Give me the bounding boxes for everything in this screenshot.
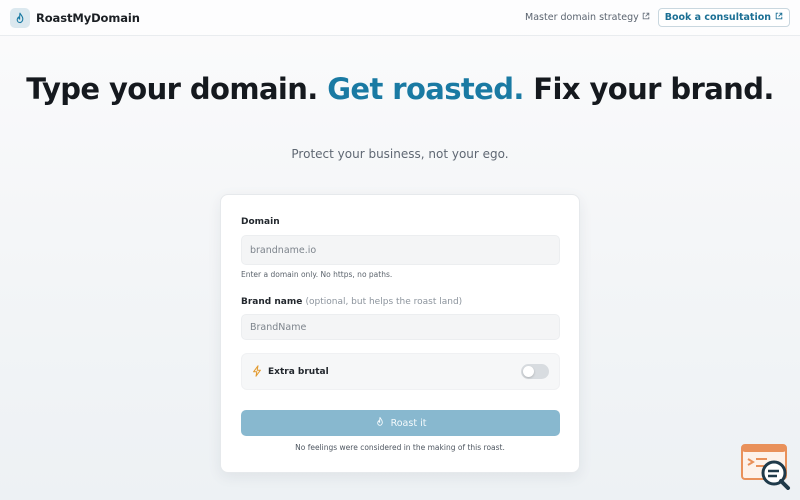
brand-name: RoastMyDomain [36, 10, 140, 25]
hero-title-part1: Type your domain. [26, 72, 328, 106]
extra-brutal-label: Extra brutal [268, 366, 329, 377]
roast-it-label: Roast it [390, 417, 427, 429]
flame-icon [10, 7, 30, 28]
roast-it-button[interactable]: Roast it [241, 410, 560, 436]
roast-footnote: No feelings were considered in the makin… [295, 443, 505, 452]
roast-form-card: Domain Enter a domain only. No https, no… [220, 194, 580, 473]
brand-name-label-text: Brand name [241, 297, 303, 307]
master-domain-strategy-link[interactable]: Master domain strategy [525, 12, 650, 23]
book-consultation-button[interactable]: Book a consultation [657, 8, 790, 27]
consult-button-label: Book a consultation [664, 12, 771, 23]
hero-title-accent: Get roasted. [327, 72, 524, 106]
domain-input[interactable] [241, 235, 560, 265]
toggle-knob [523, 366, 534, 377]
chat-support-icon[interactable] [741, 444, 791, 490]
top-navigation-bar: RoastMyDomain Master domain strategy Boo… [0, 0, 800, 36]
external-link-icon [642, 12, 650, 23]
extra-brutal-row: Extra brutal [241, 353, 560, 390]
hero-title-part2: Fix your brand. [523, 72, 774, 106]
hero-subtitle: Protect your business, not your ego. [291, 147, 509, 161]
brand-name-label-hint: (optional, but helps the roast land) [305, 297, 463, 307]
brand-name-input[interactable] [241, 314, 560, 340]
flame-icon [375, 416, 385, 430]
bolt-icon [252, 362, 262, 381]
brand[interactable]: RoastMyDomain [10, 7, 140, 28]
hero-title: Type your domain. Get roasted. Fix your … [0, 74, 800, 105]
nav-link-label: Master domain strategy [525, 12, 639, 23]
extra-brutal-toggle[interactable] [521, 364, 549, 379]
external-link-icon [775, 12, 783, 23]
brand-name-label: Brand name (optional, but helps the roas… [241, 297, 462, 307]
domain-label: Domain [241, 217, 280, 227]
domain-helper-text: Enter a domain only. No https, no paths. [241, 270, 393, 279]
header-actions: Master domain strategy Book a consultati… [525, 8, 790, 27]
